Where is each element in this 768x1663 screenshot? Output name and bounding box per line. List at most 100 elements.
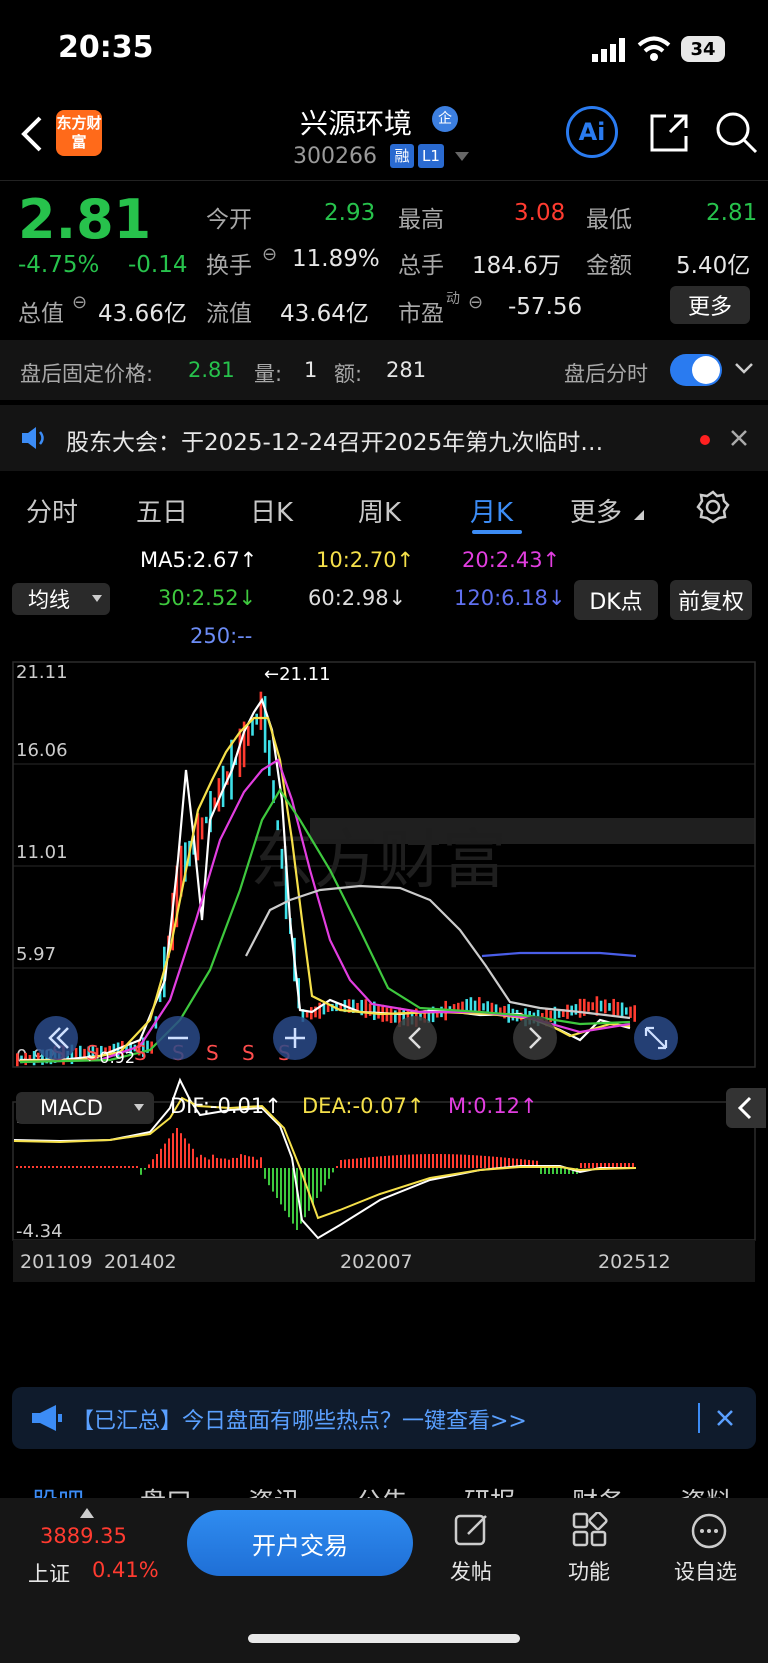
search-icon[interactable] <box>714 110 758 154</box>
macd-bar <box>412 1154 414 1168</box>
macd-bar <box>588 1163 590 1168</box>
macd-bar <box>484 1155 486 1168</box>
macd-bar <box>596 1163 598 1168</box>
tab-yanbao[interactable]: 研报 <box>464 1482 516 1498</box>
caret-down-icon[interactable] <box>455 152 469 162</box>
kline-chart[interactable]: 东方财富 21.11 16.06 11.01 5.97 0.92 ←21.11 … <box>0 620 768 1380</box>
pe-label: 市盈 <box>398 301 444 327</box>
macd-bar <box>224 1158 226 1168</box>
afterhours-vol-label: 量: <box>254 362 283 386</box>
close-icon[interactable] <box>716 1409 734 1427</box>
tab-rik[interactable]: 日K <box>250 492 293 529</box>
macd-bar <box>132 1166 134 1168</box>
macd-bar <box>252 1156 254 1168</box>
ma5-label: MA5:2.67↑ <box>140 548 258 572</box>
share-icon[interactable] <box>648 112 690 154</box>
chevron-left-icon <box>737 1096 752 1120</box>
info-icon[interactable]: ⊖ <box>468 292 483 313</box>
tab-gonggao[interactable]: 公告 <box>356 1482 408 1498</box>
tab-zhouk[interactable]: 周K <box>358 492 401 529</box>
macd-bar <box>384 1155 386 1168</box>
open-trade-button[interactable]: 开户交易 <box>187 1510 413 1576</box>
post-icon[interactable] <box>454 1512 490 1548</box>
tab-caiwu[interactable]: 财务 <box>572 1482 624 1498</box>
macd-bar <box>264 1168 266 1179</box>
candle <box>587 1001 590 1012</box>
collapse-button[interactable] <box>726 1088 766 1128</box>
app-logo[interactable]: 东方财富 <box>56 110 102 156</box>
macd-bar <box>476 1155 478 1168</box>
macd-bar <box>92 1166 94 1168</box>
amount-value: 5.40亿 <box>676 253 751 279</box>
macd-bar <box>392 1155 394 1168</box>
macd-bar <box>280 1168 282 1205</box>
info-icon[interactable]: ⊖ <box>72 292 87 313</box>
gear-icon[interactable] <box>696 490 730 524</box>
tab-ziliao[interactable]: 资料 <box>680 1482 732 1498</box>
ma60-label: 60:2.98↓ <box>308 586 407 610</box>
hot-topic-banner[interactable]: 【已汇总】今日盘面有哪些热点？一键查看>> <box>12 1387 756 1449</box>
back-icon[interactable] <box>18 114 44 154</box>
macd-bar <box>304 1168 306 1218</box>
macd-bar <box>16 1166 18 1168</box>
tab-yuek[interactable]: 月K <box>470 492 513 529</box>
macd-bar <box>276 1168 278 1198</box>
chevron-down-icon[interactable] <box>734 362 754 376</box>
candle <box>599 1000 603 1012</box>
afterhours-amt-label: 额: <box>334 362 363 386</box>
tab-pankou[interactable]: 盘口 <box>140 1482 192 1498</box>
dea-label: DEA:-0.07↑ <box>302 1094 425 1118</box>
ai-button[interactable]: Ai <box>566 106 618 158</box>
info-icon[interactable]: ⊖ <box>262 244 277 265</box>
macd-bar <box>560 1168 562 1174</box>
bottom-tabs: 股吧 盘口 资讯 公告 研报 财务 资料 <box>0 1468 768 1498</box>
turnover-value: 11.89% <box>292 246 380 272</box>
tab-more[interactable]: 更多 <box>570 492 622 529</box>
macd-bar <box>188 1143 190 1168</box>
afterhours-toggle[interactable] <box>670 354 722 386</box>
prev-button[interactable] <box>393 1016 437 1060</box>
macd-bar <box>284 1168 286 1211</box>
candle <box>326 1004 330 1012</box>
watch-label[interactable]: 设自选 <box>674 1556 737 1586</box>
x-tick: 201109 <box>20 1251 93 1273</box>
macd-bar <box>428 1154 430 1168</box>
candle <box>604 999 607 1014</box>
macd-bar <box>420 1154 422 1168</box>
caret-up-icon[interactable] <box>80 1508 94 1518</box>
macd-bar <box>180 1133 182 1168</box>
notice-bar[interactable]: 股东大会：于2025-12-24召开2025年第九次临时… <box>0 405 768 471</box>
more-button[interactable]: 更多 <box>670 286 750 324</box>
next-button[interactable] <box>513 1016 557 1060</box>
volume-value: 184.6万 <box>472 253 561 279</box>
rewind-button[interactable] <box>34 1016 78 1060</box>
y-tick: 16.06 <box>16 740 68 761</box>
candle <box>276 820 279 831</box>
macd-selector[interactable]: MACD <box>16 1092 154 1124</box>
macd-bar <box>216 1157 218 1168</box>
grid-icon[interactable] <box>572 1512 608 1548</box>
macd-y-bottom: -4.34 <box>16 1221 63 1242</box>
tab-guba[interactable]: 股吧 <box>32 1482 84 1498</box>
post-label[interactable]: 发帖 <box>450 1556 492 1586</box>
macd-bar <box>468 1154 470 1168</box>
macd-bar <box>148 1164 150 1168</box>
ma30-label: 30:2.52↓ <box>158 586 257 610</box>
high-value: 3.08 <box>514 200 566 226</box>
dk-button[interactable]: DK点 <box>574 580 658 620</box>
tab-fenshi[interactable]: 分时 <box>26 492 78 529</box>
battery-icon: 34 <box>681 36 725 62</box>
func-label[interactable]: 功能 <box>568 1556 610 1586</box>
index-value[interactable]: 3889.35 <box>40 1524 127 1548</box>
macd-bar <box>156 1154 158 1168</box>
candle <box>255 713 258 725</box>
open-value: 2.93 <box>324 200 376 226</box>
macd-bar <box>52 1166 54 1168</box>
tab-wuri[interactable]: 五日 <box>136 492 188 529</box>
ma-selector[interactable]: 均线 <box>12 583 110 615</box>
tab-zixun[interactable]: 资讯 <box>248 1482 300 1498</box>
more-circle-icon[interactable] <box>690 1512 728 1550</box>
fq-button[interactable]: 前复权 <box>670 580 752 620</box>
close-icon[interactable] <box>730 429 748 447</box>
afterhours-row: 盘后固定价格: 2.81 量: 1 额: 281 盘后分时 <box>0 340 768 400</box>
